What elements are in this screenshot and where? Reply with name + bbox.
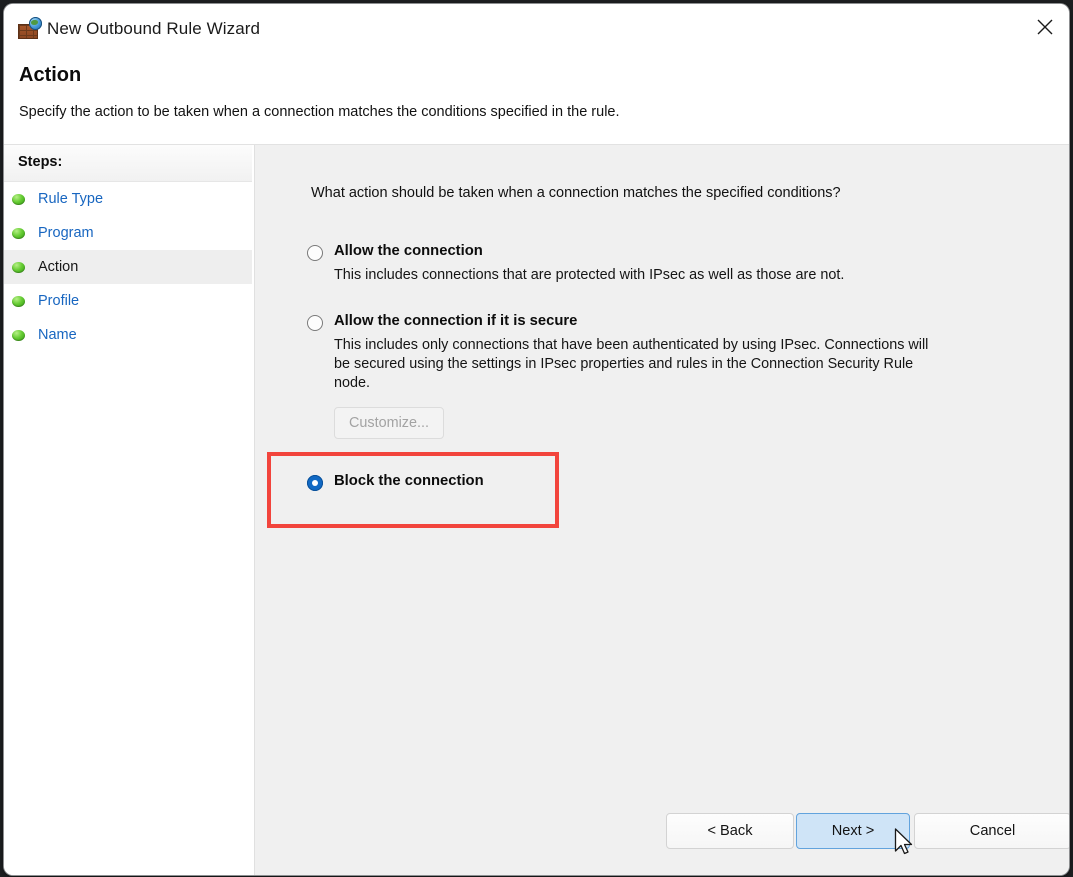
sidebar-item-profile[interactable]: Profile: [4, 284, 252, 318]
radio-label-allow-secure: Allow the connection if it is secure: [334, 313, 577, 329]
step-bullet-icon: [12, 194, 25, 205]
radio-option-block[interactable]: Block the connection: [307, 473, 484, 491]
step-bullet-icon: [12, 228, 25, 239]
radio-description-allow-secure: This includes only connections that have…: [334, 336, 934, 393]
wizard-window: New Outbound Rule Wizard Action Specify …: [4, 4, 1069, 875]
sidebar-item-label: Rule Type: [38, 191, 103, 207]
firewall-globe-icon: [18, 17, 42, 40]
radio-option-allow[interactable]: Allow the connection This includes conne…: [307, 243, 844, 285]
action-question: What action should be taken when a conne…: [311, 185, 841, 201]
radio-icon-allow[interactable]: [307, 245, 323, 261]
step-bullet-icon: [12, 296, 25, 307]
sidebar-item-label: Program: [38, 225, 94, 241]
close-button[interactable]: [1021, 4, 1069, 50]
radio-option-block-head[interactable]: Block the connection: [307, 473, 484, 491]
page-subtitle: Specify the action to be taken when a co…: [19, 104, 620, 120]
sidebar-item-label: Profile: [38, 293, 79, 309]
back-button[interactable]: < Back: [666, 813, 794, 849]
radio-label-block: Block the connection: [334, 473, 484, 489]
sidebar-item-rule-type[interactable]: Rule Type: [4, 182, 252, 216]
next-button[interactable]: Next >: [796, 813, 910, 849]
steps-sidebar: Steps: Rule Type Program Action Profile: [4, 145, 252, 875]
sidebar-item-action[interactable]: Action: [4, 250, 252, 284]
steps-header: Steps:: [4, 145, 252, 182]
radio-label-allow: Allow the connection: [334, 243, 483, 259]
sidebar-item-label: Name: [38, 327, 77, 343]
radio-option-allow-head[interactable]: Allow the connection: [307, 243, 844, 261]
radio-option-allow-secure[interactable]: Allow the connection if it is secure Thi…: [307, 313, 934, 439]
sidebar-item-program[interactable]: Program: [4, 216, 252, 250]
radio-icon-allow-secure[interactable]: [307, 315, 323, 331]
radio-icon-block[interactable]: [307, 475, 323, 491]
step-bullet-icon: [12, 262, 25, 273]
sidebar-item-label: Action: [38, 259, 78, 275]
radio-description-allow: This includes connections that are prote…: [334, 266, 844, 285]
globe-icon: [29, 17, 42, 30]
customize-button: Customize...: [334, 407, 444, 439]
title-bar: New Outbound Rule Wizard: [4, 4, 1069, 52]
close-icon: [1036, 18, 1054, 36]
screen: New Outbound Rule Wizard Action Specify …: [0, 0, 1073, 877]
cancel-button[interactable]: Cancel: [914, 813, 1069, 849]
window-title: New Outbound Rule Wizard: [47, 19, 260, 39]
page-title: Action: [19, 64, 81, 87]
step-bullet-icon: [12, 330, 25, 341]
main-panel: What action should be taken when a conne…: [255, 145, 1069, 875]
steps-heading: Steps:: [18, 154, 62, 170]
radio-option-allow-secure-head[interactable]: Allow the connection if it is secure: [307, 313, 934, 331]
sidebar-item-name[interactable]: Name: [4, 318, 252, 352]
